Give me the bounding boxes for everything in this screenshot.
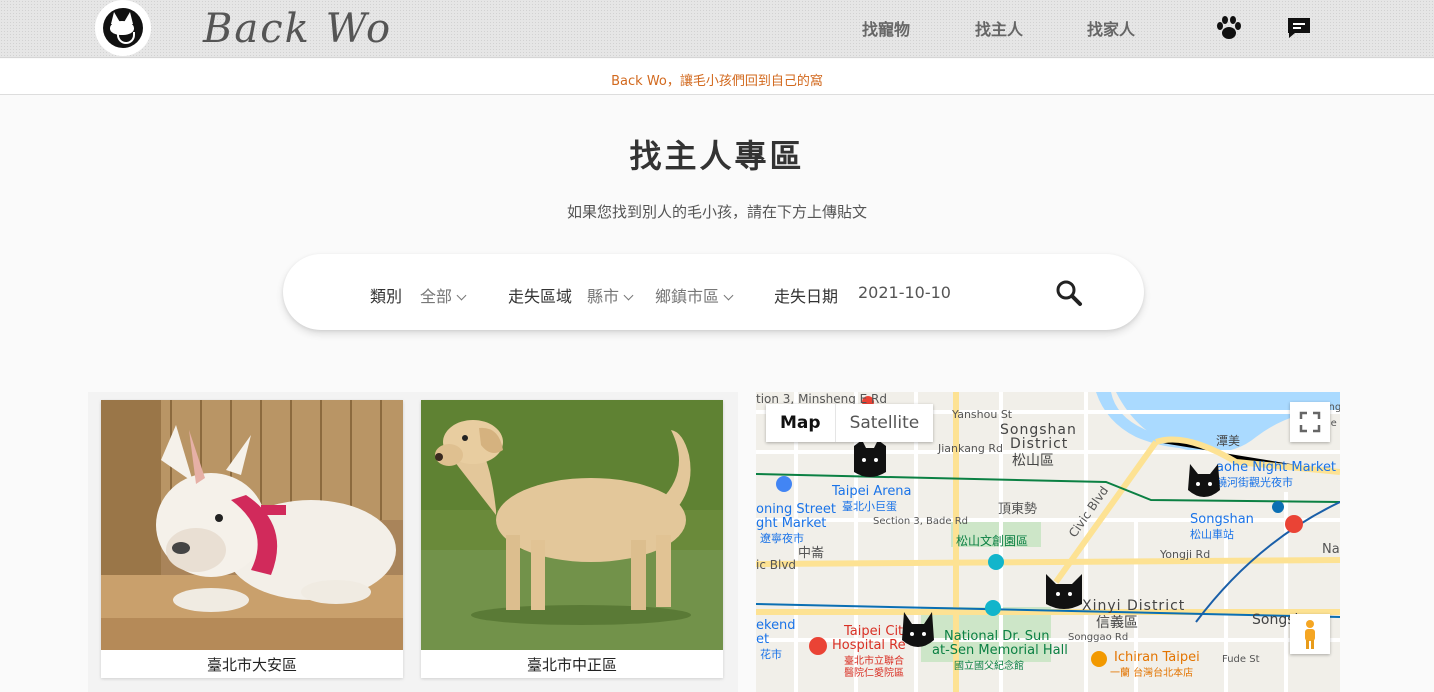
map-label: 一蘭 台灣台北本店 (1110, 668, 1194, 679)
post-location: 臺北市大安區 (206, 656, 297, 674)
map-label: 饒河街觀光夜市 (1216, 476, 1293, 489)
fullscreen-button[interactable] (1290, 402, 1330, 442)
french-bulldog-photo[interactable] (101, 400, 403, 650)
brand-name[interactable]: Back Wo (203, 6, 392, 52)
map-label: 潭美 (1216, 434, 1241, 448)
paw-icon[interactable] (1215, 14, 1243, 42)
nav-find-family[interactable]: 找家人 (1087, 16, 1135, 40)
map-label: Songgao Rd (1068, 632, 1129, 643)
post-list: 臺北市大安區 臺北市中正區 (88, 392, 738, 692)
post-card[interactable]: 臺北市中正區 (421, 400, 723, 678)
pegman-icon (1305, 620, 1315, 649)
town-select[interactable]: 鄉鎮市區 (655, 283, 734, 307)
map-label: 臺北小巨蛋 (842, 500, 897, 513)
map-label: Ichiran Taipei (1114, 650, 1200, 665)
chevron-down-icon (456, 290, 467, 301)
map-type-satellite-button[interactable]: Satellite (836, 404, 934, 442)
map-label: Songshan (1190, 512, 1254, 527)
map-label: ght Market (756, 516, 827, 531)
map-view[interactable]: tion 3, Minsheng E Rd Yanshou St Jiankan… (756, 392, 1340, 692)
chevron-down-icon (723, 290, 734, 301)
nav-find-owner[interactable]: 找主人 (975, 16, 1023, 40)
map-label: Taipei Cit (844, 624, 904, 639)
map-label: National Dr. Sun (944, 629, 1050, 644)
city-select[interactable]: 縣市 (587, 283, 634, 307)
chevron-down-icon (623, 290, 634, 301)
page-title: 找主人專區 (629, 137, 805, 175)
map-label: Yongji Rd (1160, 548, 1211, 561)
logo[interactable] (95, 0, 151, 56)
labrador-photo[interactable] (421, 400, 723, 650)
map-label: 松山區 (1012, 453, 1054, 469)
map-label: 松山文創園區 (956, 534, 1029, 548)
tagline-bar: Back Wo，讓毛小孩們回到自己的窩 (0, 59, 1434, 95)
cat-marker-icon[interactable] (1044, 570, 1084, 614)
map-label: 頂東勢 (998, 502, 1038, 517)
cat-marker-icon[interactable] (850, 438, 890, 482)
search-icon[interactable] (1055, 279, 1083, 307)
map-label: 國立國父紀念館 (954, 661, 1024, 672)
area-label: 走失區域 (508, 287, 573, 306)
map-label: 醫院仁愛院區 (844, 668, 904, 679)
map-label: oning Street (756, 502, 836, 517)
category-value: 全部 (420, 287, 453, 306)
city-value: 縣市 (587, 287, 620, 306)
map-label: aohe Night Market (1216, 460, 1337, 475)
map-label: Jiankang Rd (938, 442, 1004, 455)
chat-icon[interactable] (1286, 15, 1312, 41)
street-view-button[interactable] (1290, 614, 1330, 654)
page-subtitle: 如果您找到別人的毛小孩，請在下方上傳貼文 (566, 203, 867, 221)
cat-logo-icon (103, 8, 143, 48)
date-label: 走失日期 (774, 287, 839, 306)
map-type-map-button[interactable]: Map (766, 404, 836, 442)
fullscreen-icon (1299, 411, 1321, 433)
town-value: 鄉鎮市區 (655, 287, 720, 306)
map-label: Taipei Arena (832, 484, 912, 499)
map-label: Yanshou St (952, 408, 1013, 421)
nav-find-pet[interactable]: 找寵物 (862, 16, 910, 40)
map-label: 花市 (760, 648, 782, 661)
map-label: 中崙 (798, 546, 825, 561)
top-header: Back Wo 找寵物 找主人 找家人 (0, 0, 1434, 58)
category-label: 類別 (370, 287, 403, 306)
tagline: Back Wo，讓毛小孩們回到自己的窩 (611, 74, 823, 89)
map-label: et (756, 632, 770, 647)
map-label: Hospital Re (832, 638, 906, 653)
map-label: 信義區 (1096, 615, 1138, 631)
map-label: Fude St (1222, 654, 1260, 665)
map-label: 松山車站 (1190, 528, 1234, 541)
map-label: Na (1322, 542, 1340, 557)
map-label: ic Blvd (756, 558, 797, 572)
date-input[interactable]: 2021-10-10 (858, 283, 951, 302)
dog-marker-icon[interactable] (1184, 460, 1224, 504)
map-label: ekend (756, 618, 796, 633)
map-label: Section 3, Bade Rd (873, 516, 969, 527)
filter-bar: 類別 全部 走失區域 縣市 鄉鎮市區 走失日期 2021-10-10 (283, 254, 1144, 330)
post-location: 臺北市中正區 (526, 656, 617, 674)
post-card[interactable]: 臺北市大安區 (101, 400, 403, 678)
dog-marker-icon[interactable] (898, 610, 938, 654)
map-label: at-Sen Memorial Hall (932, 643, 1068, 658)
category-select[interactable]: 全部 (420, 283, 467, 307)
map-type-control: Map Satellite (766, 404, 934, 442)
